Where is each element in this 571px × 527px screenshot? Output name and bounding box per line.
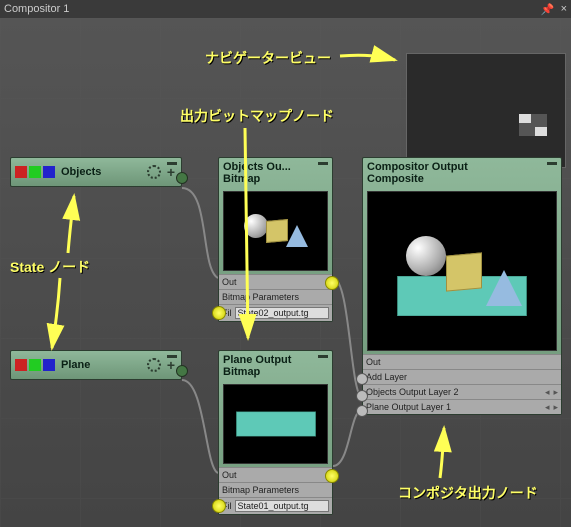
preview-thumbnail <box>223 384 328 464</box>
blue-chip-icon <box>43 359 55 371</box>
node-label: Plane <box>61 359 147 371</box>
annotation-state-node: State ノード <box>10 257 90 277</box>
node-title-1: Compositor Output <box>367 161 557 173</box>
annotation-compositor-output: コンポジタ出力ノード <box>398 483 538 503</box>
out-row: Out <box>219 274 332 289</box>
output-port[interactable] <box>176 172 188 184</box>
plus-icon[interactable]: + <box>167 164 175 180</box>
layer2-port[interactable] <box>356 390 368 402</box>
plane-output-node[interactable]: Plane Output Bitmap Out Bitmap Parameter… <box>218 350 333 515</box>
preview-thumbnail <box>367 191 557 351</box>
navigator-thumbnail-icon <box>519 114 547 136</box>
node-header[interactable]: Objects Ou... Bitmap <box>219 158 332 188</box>
chevron-icon[interactable]: ▸ <box>553 402 558 413</box>
out-label: Out <box>366 357 381 367</box>
node-title-2: Bitmap <box>223 366 328 378</box>
state-node-plane[interactable]: Plane + <box>10 350 182 380</box>
out-port[interactable] <box>325 469 339 483</box>
output-port[interactable] <box>176 365 188 377</box>
add-layer-port[interactable] <box>356 373 368 385</box>
out-row: Out <box>363 354 561 369</box>
out-port[interactable] <box>325 276 339 290</box>
layer1-port[interactable] <box>356 405 368 417</box>
node-title-2: Bitmap <box>223 173 328 185</box>
file-field[interactable]: State02_output.tg <box>235 307 330 319</box>
green-chip-icon <box>29 359 41 371</box>
annotation-output-bitmap: 出力ビットマップノード <box>180 106 334 126</box>
node-title-1: Objects Ou... <box>223 161 328 173</box>
node-label: Objects <box>61 166 147 178</box>
pin-icon[interactable]: 📌 <box>541 3 555 16</box>
collapse-icon[interactable] <box>318 355 328 358</box>
bitmap-params-label: Bitmap Parameters <box>222 485 299 495</box>
add-layer-row[interactable]: Add Layer <box>363 369 561 384</box>
bitmap-params-row[interactable]: Bitmap Parameters <box>219 482 332 497</box>
red-chip-icon <box>15 166 27 178</box>
node-header[interactable]: Compositor Output Composite <box>363 158 561 188</box>
node-title-2: Composite <box>367 173 557 185</box>
close-icon[interactable]: × <box>561 3 567 15</box>
out-row: Out <box>219 467 332 482</box>
node-canvas[interactable]: Objects + Plane + Objects Ou... Bitmap O… <box>0 18 571 527</box>
preview-thumbnail <box>223 191 328 271</box>
out-label: Out <box>222 277 237 287</box>
layer-row-2[interactable]: Objects Output Layer 2 ▸ ◂ <box>363 384 561 399</box>
blue-chip-icon <box>43 166 55 178</box>
chevron-icon[interactable]: ◂ <box>545 387 550 398</box>
titlebar: Compositor 1 📌 × <box>0 0 571 18</box>
file-row[interactable]: Fil State02_output.tg <box>219 304 332 321</box>
collapse-icon[interactable] <box>318 162 328 165</box>
bitmap-params-label: Bitmap Parameters <box>222 292 299 302</box>
gear-icon[interactable] <box>147 165 161 179</box>
file-field[interactable]: State01_output.tg <box>235 500 330 512</box>
plus-icon[interactable]: + <box>167 357 175 373</box>
state-node-objects[interactable]: Objects + <box>10 157 182 187</box>
layer-1-label: Plane Output Layer 1 <box>366 402 451 412</box>
red-chip-icon <box>15 359 27 371</box>
green-chip-icon <box>29 166 41 178</box>
compositor-output-node[interactable]: Compositor Output Composite Out Add Laye… <box>362 157 562 415</box>
layer-row-1[interactable]: Plane Output Layer 1 ▸ ◂ <box>363 399 561 414</box>
collapse-icon[interactable] <box>167 355 177 358</box>
chevron-icon[interactable]: ▸ <box>553 387 558 398</box>
in-port[interactable] <box>212 499 226 513</box>
out-label: Out <box>222 470 237 480</box>
chevron-icon[interactable]: ◂ <box>545 402 550 413</box>
annotation-navigator: ナビゲータービュー <box>205 48 331 68</box>
node-title-1: Plane Output <box>223 354 328 366</box>
objects-output-node[interactable]: Objects Ou... Bitmap Out Bitmap Paramete… <box>218 157 333 322</box>
node-header[interactable]: Plane Output Bitmap <box>219 351 332 381</box>
window-title: Compositor 1 <box>4 3 535 15</box>
file-row[interactable]: Fil State01_output.tg <box>219 497 332 514</box>
add-layer-label: Add Layer <box>366 372 407 382</box>
collapse-icon[interactable] <box>547 162 557 165</box>
collapse-icon[interactable] <box>167 162 177 165</box>
navigator-view[interactable] <box>406 53 566 168</box>
bitmap-params-row[interactable]: Bitmap Parameters <box>219 289 332 304</box>
gear-icon[interactable] <box>147 358 161 372</box>
in-port[interactable] <box>212 306 226 320</box>
layer-2-label: Objects Output Layer 2 <box>366 387 459 397</box>
